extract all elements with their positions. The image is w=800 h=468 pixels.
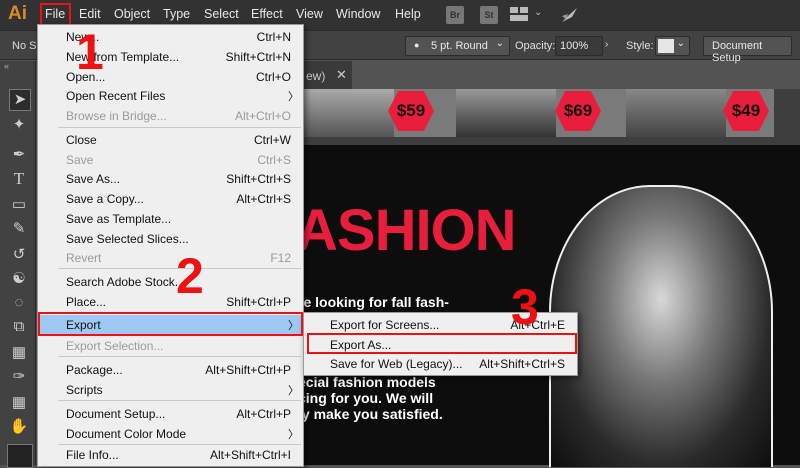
menu-item-export-selection: Export Selection... <box>66 339 164 353</box>
menu-separator <box>58 356 301 357</box>
type-tool-icon[interactable]: T <box>9 169 29 189</box>
step-number-2: 2 <box>176 248 204 304</box>
menu-separator <box>58 127 301 128</box>
price-badge: $59 <box>388 91 434 131</box>
menu-view[interactable]: View <box>296 7 323 21</box>
menu-item-document-color-mode[interactable]: Document Color Mode 〉 <box>38 424 303 443</box>
close-tab-icon[interactable]: ✕ <box>336 67 347 83</box>
hero-text-line: re looking for fall fash- <box>298 294 449 310</box>
warp-tool-icon[interactable]: ☯ <box>9 269 29 289</box>
menu-item-save-selected-slices[interactable]: Save Selected Slices... <box>38 229 303 248</box>
chevron-right-icon: 〉 <box>288 91 299 103</box>
price-badge: $49 <box>723 91 769 131</box>
menu-item-save-as[interactable]: Save As... Shift+Ctrl+S <box>38 169 303 188</box>
menu-item-scripts[interactable]: Scripts 〉 <box>38 380 303 399</box>
step-number-1: 1 <box>76 24 104 80</box>
menu-edit[interactable]: Edit <box>79 7 101 21</box>
price-badge: $69 <box>555 91 601 131</box>
hero-text-line: ly make you satisfied. <box>298 406 443 422</box>
bridge-icon[interactable]: Br <box>446 6 464 24</box>
pen-tool-icon[interactable]: ✒ <box>9 145 29 165</box>
menu-effect[interactable]: Effect <box>251 7 283 21</box>
chevron-down-icon: ⌄ <box>495 38 504 49</box>
hero-banner: ASHION re looking for fall fash- ecial f… <box>296 145 800 467</box>
magic-wand-icon[interactable]: ✦ <box>9 115 29 135</box>
menu-window[interactable]: Window <box>336 7 380 21</box>
workspace-icon[interactable] <box>510 7 528 22</box>
document-setup-button[interactable]: Document Setup <box>703 36 792 64</box>
fill-swatch[interactable] <box>7 444 33 468</box>
dot-icon: ● <box>414 40 420 50</box>
hero-text-line: ecial fashion models <box>298 374 436 390</box>
menu-item-save-as-template[interactable]: Save as Template... <box>38 209 303 228</box>
chevron-right-icon: 〉 <box>288 429 299 441</box>
menu-item-revert: Revert F12 <box>66 251 291 265</box>
hero-title: ASHION <box>296 198 517 263</box>
export-highlight-box <box>38 312 303 336</box>
collapse-icon[interactable]: « <box>4 61 9 71</box>
style-dropdown[interactable]: ⌄ <box>655 36 690 56</box>
symbol-sprayer-icon[interactable]: ▦ <box>9 393 29 413</box>
shape-builder-icon[interactable]: ◌ <box>9 293 29 313</box>
menu-type[interactable]: Type <box>163 7 190 21</box>
menu-item-place[interactable]: Place... Shift+Ctrl+P <box>38 292 303 311</box>
app-logo: Ai <box>8 3 27 24</box>
product-strip: $59 $69 $49 <box>304 89 774 137</box>
menu-item-close[interactable]: Close Ctrl+W <box>38 130 303 149</box>
style-label: Style: <box>626 40 654 52</box>
menu-object[interactable]: Object <box>114 7 150 21</box>
chevron-down-icon[interactable]: ⌄ <box>534 7 542 18</box>
eyedropper-icon[interactable]: ✑ <box>9 367 29 387</box>
stroke-profile-dropdown[interactable]: ● 5 pt. Round ⌄ <box>405 36 510 56</box>
document-setup-label: Document Setup <box>712 40 763 64</box>
product-photo <box>304 89 394 137</box>
export-as-highlight-box <box>307 333 577 354</box>
document-tab-title: ew) <box>306 69 326 83</box>
model-photo <box>549 185 773 467</box>
tools-panel: « ➤ ✦ ✒ T ▭ ✎ ↺ ☯ ◌ ⧉ ▦ ✑ ▦ ✋ <box>0 61 36 468</box>
opacity-value: 100% <box>560 40 589 52</box>
menu-separator <box>58 400 301 401</box>
step-number-3: 3 <box>511 279 539 335</box>
menu-item-package[interactable]: Package... Alt+Shift+Ctrl+P <box>38 360 303 379</box>
menu-item-save-a-copy[interactable]: Save a Copy... Alt+Ctrl+S <box>38 189 303 208</box>
menu-item-file-info[interactable]: File Info... Alt+Shift+Ctrl+I <box>38 445 303 464</box>
opacity-label: Opacity: <box>515 40 556 52</box>
file-menu: New... Ctrl+N New from Template... Shift+C… <box>37 24 304 467</box>
style-swatch <box>658 39 674 53</box>
opacity-arrow-icon[interactable]: › <box>605 39 608 50</box>
product-photo <box>626 89 726 137</box>
hand-tool-icon[interactable]: ✋ <box>9 417 29 437</box>
menu-item-document-setup[interactable]: Document Setup... Alt+Ctrl+P <box>38 404 303 423</box>
menu-item-search-adobe-stock[interactable]: Search Adobe Stock... <box>38 272 303 291</box>
stroke-profile-value: 5 pt. Round <box>431 40 488 52</box>
chevron-right-icon: 〉 <box>288 385 299 397</box>
stock-icon[interactable]: St <box>480 6 498 24</box>
menu-item-save: Save Ctrl+S <box>66 153 291 167</box>
menu-item-browse-in-bridge: Browse in Bridge... Alt+Ctrl+O <box>66 109 291 123</box>
rectangle-tool-icon[interactable]: ▭ <box>9 195 29 215</box>
document-tab[interactable]: ew) ✕ <box>304 61 352 89</box>
menu-help[interactable]: Help <box>395 7 421 21</box>
paintbrush-icon[interactable]: ✎ <box>9 219 29 239</box>
product-photo <box>456 89 556 137</box>
opacity-input[interactable]: 100% <box>555 36 603 56</box>
hero-text-line: cing for you. We will <box>298 390 434 406</box>
chevron-down-icon: ⌄ <box>676 38 685 49</box>
menu-item-save-for-web[interactable]: Save for Web (Legacy)... Alt+Shift+Ctrl+S <box>304 354 577 373</box>
menu-select[interactable]: Select <box>204 7 239 21</box>
rotate-tool-icon[interactable]: ↺ <box>9 245 29 265</box>
perspective-grid-icon[interactable]: ▦ <box>9 343 29 363</box>
selection-tool-icon[interactable]: ➤ <box>9 89 31 111</box>
free-transform-icon[interactable]: ⧉ <box>9 317 29 337</box>
menu-item-open-recent[interactable]: Open Recent Files 〉 <box>38 86 303 105</box>
rocket-icon[interactable] <box>560 6 580 27</box>
